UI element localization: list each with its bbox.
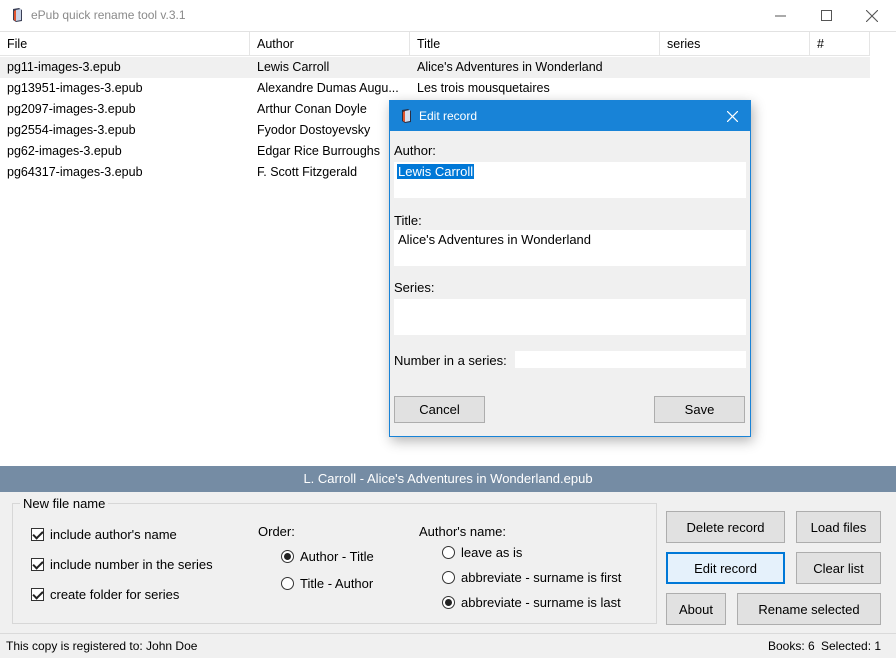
radio-unselected bbox=[281, 577, 294, 590]
order-label: Order: bbox=[258, 524, 295, 539]
load-files-button[interactable]: Load files bbox=[796, 511, 881, 543]
abbrev-surname-last-label: abbreviate - surname is last bbox=[461, 595, 621, 610]
new-file-name-group: New file name include author's name incl… bbox=[12, 496, 657, 624]
cell-file: pg2097-images-3.epub bbox=[7, 102, 136, 116]
save-button[interactable]: Save bbox=[654, 396, 745, 423]
list-row[interactable]: pg13951-images-3.epub Alexandre Dumas Au… bbox=[0, 78, 870, 99]
abbrev-surname-first-label: abbreviate - surname is first bbox=[461, 570, 622, 585]
column-title[interactable]: Title bbox=[410, 32, 660, 56]
group-title: New file name bbox=[20, 496, 109, 511]
series-field[interactable] bbox=[394, 299, 746, 335]
include-author-label: include author's name bbox=[50, 527, 177, 542]
author-field[interactable]: Lewis Carroll bbox=[394, 162, 746, 198]
books-count: Books: 6 bbox=[768, 639, 815, 653]
cell-author: Arthur Conan Doyle bbox=[257, 102, 367, 116]
delete-record-button[interactable]: Delete record bbox=[666, 511, 785, 543]
column-series[interactable]: series bbox=[660, 32, 810, 56]
new-filename-preview: L. Carroll - Alice's Adventures in Wonde… bbox=[0, 466, 896, 492]
options-panel: New file name include author's name incl… bbox=[0, 492, 896, 633]
title-label: Title: bbox=[394, 213, 422, 228]
minimize-icon bbox=[774, 15, 786, 17]
include-number-checkbox[interactable]: include number in the series bbox=[31, 557, 213, 572]
edit-record-dialog: Edit record Author: Lewis Carroll Title:… bbox=[389, 100, 751, 437]
about-button[interactable]: About bbox=[666, 593, 726, 625]
title-value: Alice's Adventures in Wonderland bbox=[398, 232, 592, 247]
cell-file: pg62-images-3.epub bbox=[7, 144, 122, 158]
title-field[interactable]: Alice's Adventures in Wonderland bbox=[394, 230, 746, 266]
window-title: ePub quick rename tool v.3.1 bbox=[31, 8, 186, 22]
cell-file: pg64317-images-3.epub bbox=[7, 165, 143, 179]
list-row[interactable]: pg11-images-3.epub Lewis Carroll Alice's… bbox=[0, 57, 870, 78]
close-icon bbox=[726, 110, 738, 122]
cell-file: pg2554-images-3.epub bbox=[7, 123, 136, 137]
create-folder-checkbox[interactable]: create folder for series bbox=[31, 587, 179, 602]
dialog-title: Edit record bbox=[419, 109, 478, 123]
selected-count: Selected: 1 bbox=[821, 639, 882, 653]
abbrev-surname-last-radio[interactable]: abbreviate - surname is last bbox=[442, 595, 621, 610]
author-label: Author: bbox=[394, 143, 436, 158]
order-author-title-radio[interactable]: Author - Title bbox=[281, 549, 374, 564]
number-field[interactable] bbox=[515, 351, 746, 368]
abbrev-surname-first-radio[interactable]: abbreviate - surname is first bbox=[442, 570, 621, 585]
minimize-button[interactable] bbox=[757, 0, 803, 31]
clear-list-button[interactable]: Clear list bbox=[796, 552, 881, 584]
order-title-author-label: Title - Author bbox=[300, 576, 374, 591]
maximize-icon bbox=[820, 10, 832, 21]
dialog-close-button[interactable] bbox=[720, 105, 744, 127]
cell-author: F. Scott Fitzgerald bbox=[257, 165, 358, 179]
order-author-title-label: Author - Title bbox=[300, 549, 374, 564]
close-icon bbox=[866, 9, 878, 22]
cell-title: Les trois mousquetaires bbox=[417, 81, 550, 95]
leave-as-is-label: leave as is bbox=[461, 545, 523, 560]
edit-record-button[interactable]: Edit record bbox=[666, 552, 785, 584]
dialog-titlebar: Edit record bbox=[390, 101, 750, 131]
cell-author: Lewis Carroll bbox=[257, 60, 330, 74]
maximize-button[interactable] bbox=[803, 0, 849, 31]
epub-app-icon bbox=[402, 109, 411, 123]
series-label: Series: bbox=[394, 280, 435, 295]
rename-selected-button[interactable]: Rename selected bbox=[737, 593, 881, 625]
create-folder-label: create folder for series bbox=[50, 587, 180, 602]
cell-title: Alice's Adventures in Wonderland bbox=[417, 60, 603, 74]
checkbox-checked bbox=[31, 558, 44, 571]
close-window-button[interactable] bbox=[849, 0, 895, 31]
window-titlebar: ePub quick rename tool v.3.1 bbox=[0, 0, 896, 31]
include-number-label: include number in the series bbox=[50, 557, 213, 572]
cell-file: pg13951-images-3.epub bbox=[7, 81, 143, 95]
authors-name-label: Author's name: bbox=[419, 524, 507, 539]
cell-author: Edgar Rice Burroughs bbox=[257, 144, 380, 158]
radio-unselected bbox=[442, 571, 455, 584]
radio-selected bbox=[281, 550, 294, 563]
checkbox-checked bbox=[31, 588, 44, 601]
radio-selected bbox=[442, 596, 455, 609]
registration-text: This copy is registered to: John Doe bbox=[6, 639, 198, 653]
include-author-checkbox[interactable]: include author's name bbox=[31, 527, 177, 542]
author-value: Lewis Carroll bbox=[397, 164, 475, 179]
epub-app-icon bbox=[13, 8, 22, 22]
leave-as-is-radio[interactable]: leave as is bbox=[442, 545, 522, 560]
column-number[interactable]: # bbox=[810, 32, 870, 56]
radio-unselected bbox=[442, 546, 455, 559]
cell-author: Alexandre Dumas Augu... bbox=[257, 81, 399, 95]
order-title-author-radio[interactable]: Title - Author bbox=[281, 576, 373, 591]
cell-file: pg11-images-3.epub bbox=[7, 60, 121, 74]
statusbar: This copy is registered to: John Doe Boo… bbox=[0, 633, 896, 658]
column-author[interactable]: Author bbox=[250, 32, 410, 56]
cancel-button[interactable]: Cancel bbox=[394, 396, 485, 423]
number-label: Number in a series: bbox=[394, 353, 507, 368]
column-file[interactable]: File bbox=[0, 32, 250, 56]
list-header: File Author Title series # bbox=[0, 32, 870, 56]
checkbox-checked bbox=[31, 528, 44, 541]
cell-author: Fyodor Dostoyevsky bbox=[257, 123, 371, 137]
